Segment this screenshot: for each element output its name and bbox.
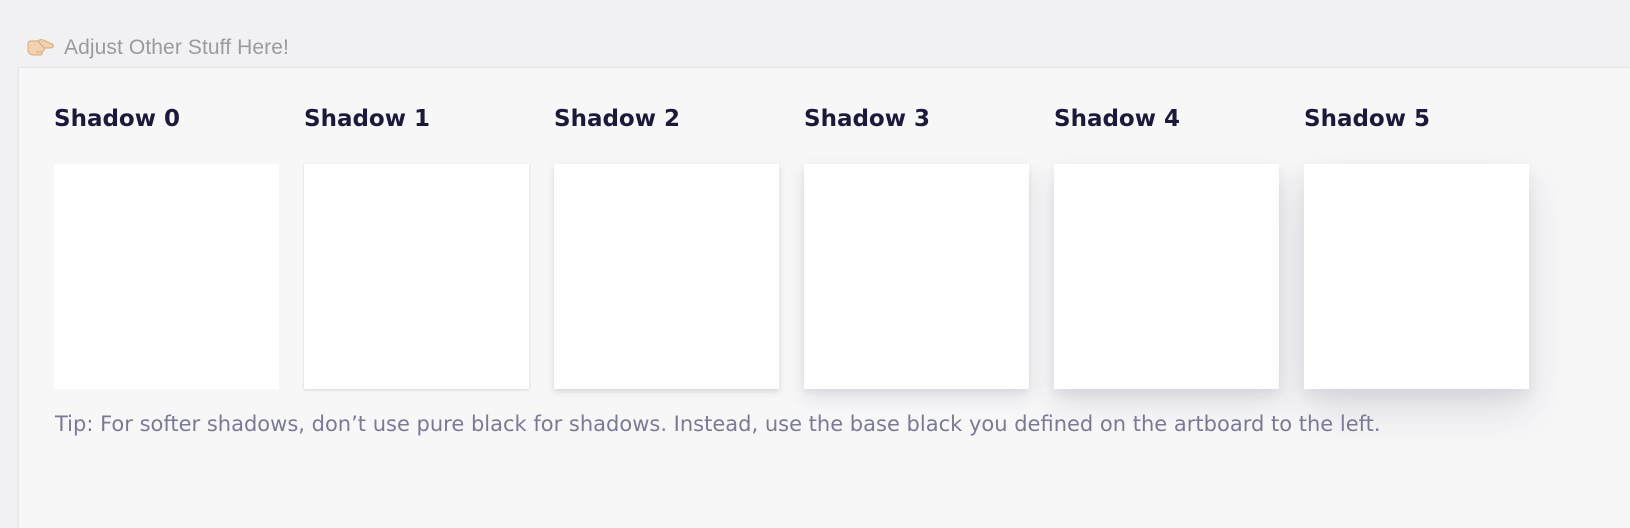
shadow-label: Shadow 1 — [304, 106, 430, 132]
shadow-label: Shadow 5 — [1304, 106, 1430, 132]
shadow-label: Shadow 2 — [554, 106, 680, 132]
artboard-title[interactable]: Adjust Other Stuff Here! — [64, 36, 289, 60]
shadow-card[interactable] — [554, 164, 779, 389]
shadow-card[interactable] — [1304, 164, 1529, 389]
pointing-hand-icon — [26, 38, 56, 58]
shadow-label: Shadow 3 — [804, 106, 930, 132]
shadow-card[interactable] — [304, 164, 529, 389]
shadow-card[interactable] — [54, 164, 279, 389]
tip-text: Tip: For softer shadows, don’t use pure … — [55, 412, 1381, 436]
shadow-card[interactable] — [1054, 164, 1279, 389]
shadow-card[interactable] — [804, 164, 1029, 389]
shadow-label: Shadow 0 — [54, 106, 180, 132]
shadow-label: Shadow 4 — [1054, 106, 1180, 132]
shadows-artboard: Shadow 0 Shadow 1 Shadow 2 Shadow 3 Shad… — [19, 68, 1630, 528]
artboard-header[interactable]: Adjust Other Stuff Here! — [26, 34, 289, 62]
